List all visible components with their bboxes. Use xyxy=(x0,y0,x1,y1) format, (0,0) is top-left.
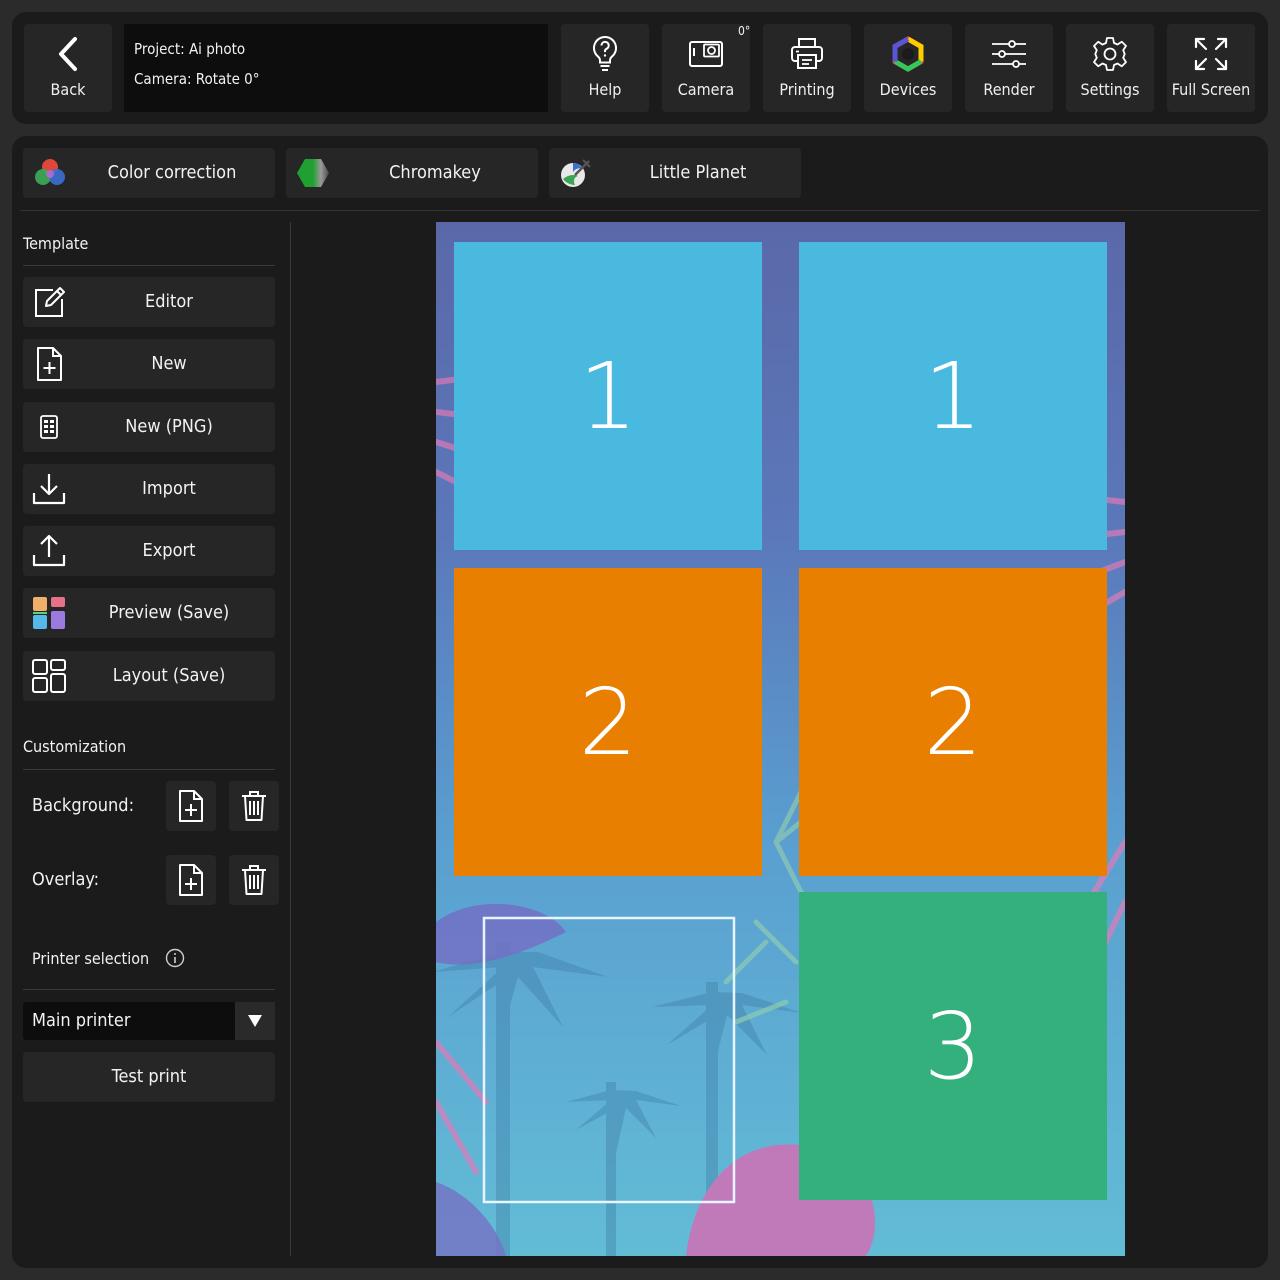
devices-label: Devices xyxy=(879,80,937,99)
info-icon[interactable] xyxy=(165,948,185,972)
project-name: Project: Ai photo xyxy=(134,40,246,58)
main-panel: Color correction Chromakey Little Planet… xyxy=(12,136,1268,1268)
new-png-label: New (PNG) xyxy=(125,416,213,437)
tab-little-planet-label: Little Planet xyxy=(649,162,747,183)
printer-selection-label: Printer selection xyxy=(32,949,150,968)
photo-slot-1b[interactable]: 1 xyxy=(799,242,1107,550)
add-overlay-button[interactable] xyxy=(166,855,216,905)
layout-save-button[interactable]: Layout (Save) xyxy=(23,651,275,701)
preview-tiles-icon xyxy=(31,595,67,631)
editor-label: Editor xyxy=(145,291,193,312)
export-label: Export xyxy=(142,540,196,561)
background-label: Background: xyxy=(32,795,135,816)
photo-slot-2a[interactable]: 2 xyxy=(454,568,762,876)
photo-slot-3[interactable]: 3 xyxy=(799,892,1107,1200)
tab-color-correction-label: Color correction xyxy=(107,162,237,183)
preview-save-label: Preview (Save) xyxy=(108,602,230,623)
import-button[interactable]: Import xyxy=(23,464,275,514)
editor-button[interactable]: Editor xyxy=(23,277,275,327)
help-label: Help xyxy=(588,80,622,99)
render-button[interactable]: Render xyxy=(965,24,1053,112)
fullscreen-button[interactable]: Full Screen xyxy=(1167,24,1255,112)
tab-chromakey[interactable]: Chromakey xyxy=(286,148,538,198)
devices-button[interactable]: Devices xyxy=(864,24,952,112)
new-button[interactable]: New xyxy=(23,339,275,389)
slot-number: 2 xyxy=(578,668,638,776)
sliders-icon xyxy=(990,34,1028,74)
photo-slot-2b[interactable]: 2 xyxy=(799,568,1107,876)
settings-label: Settings xyxy=(1080,80,1140,99)
printing-button[interactable]: Printing xyxy=(763,24,851,112)
customization-section-title: Customization xyxy=(23,737,127,756)
tab-chromakey-label: Chromakey xyxy=(389,162,481,183)
tabs-divider xyxy=(20,210,1260,211)
slot-number: 1 xyxy=(578,342,638,450)
printer-select[interactable]: Main printer xyxy=(23,1002,275,1040)
help-icon xyxy=(591,34,619,74)
chevron-left-icon xyxy=(55,34,81,74)
new-label: New xyxy=(151,353,187,374)
back-button[interactable]: Back xyxy=(24,24,112,112)
layout-save-label: Layout (Save) xyxy=(112,665,226,686)
add-file-icon xyxy=(179,864,203,896)
new-file-icon xyxy=(31,346,67,382)
test-print-button[interactable]: Test print xyxy=(23,1052,275,1102)
camera-icon xyxy=(688,34,724,74)
template-canvas[interactable]: 1 1 2 2 3 xyxy=(436,222,1125,1256)
devices-icon xyxy=(890,34,926,74)
template-section-title: Template xyxy=(23,234,89,253)
back-label: Back xyxy=(50,80,86,99)
camera-button[interactable]: Camera xyxy=(662,24,750,112)
grid-file-icon xyxy=(31,409,67,445)
tab-color-correction[interactable]: Color correction xyxy=(23,148,275,198)
settings-button[interactable]: Settings xyxy=(1066,24,1154,112)
printing-label: Printing xyxy=(779,80,835,99)
photo-slot-1a[interactable]: 1 xyxy=(454,242,762,550)
trash-icon xyxy=(242,791,266,821)
render-label: Render xyxy=(983,80,1035,99)
help-button[interactable]: Help xyxy=(561,24,649,112)
edit-icon xyxy=(31,284,67,320)
test-print-label: Test print xyxy=(111,1066,187,1087)
project-info: Project: Ai photo Camera: Rotate 0° xyxy=(124,24,548,112)
color-correction-icon xyxy=(33,157,67,193)
camera-label: Camera xyxy=(677,80,735,99)
new-png-button[interactable]: New (PNG) xyxy=(23,402,275,452)
overlay-label: Overlay: xyxy=(32,869,100,890)
template-divider xyxy=(23,265,275,266)
printer-select-value: Main printer xyxy=(32,1010,131,1031)
customization-divider xyxy=(23,769,275,770)
chromakey-icon xyxy=(296,157,330,193)
gear-icon xyxy=(1092,34,1128,74)
delete-overlay-button[interactable] xyxy=(229,855,279,905)
export-button[interactable]: Export xyxy=(23,526,275,576)
slot-number: 2 xyxy=(923,668,983,776)
sidebar-divider xyxy=(290,222,291,1256)
fullscreen-label: Full Screen xyxy=(1171,80,1251,99)
camera-angle-badge: 0° xyxy=(738,24,751,38)
top-toolbar: Back Project: Ai photo Camera: Rotate 0°… xyxy=(12,12,1268,124)
export-icon xyxy=(31,533,67,569)
camera-rotation: Camera: Rotate 0° xyxy=(134,70,260,88)
layout-icon xyxy=(31,658,67,694)
fullscreen-icon xyxy=(1193,34,1229,74)
printer-icon xyxy=(789,34,825,74)
import-icon xyxy=(31,471,67,507)
import-label: Import xyxy=(142,478,196,499)
add-background-button[interactable] xyxy=(166,781,216,831)
slot-number: 1 xyxy=(923,342,983,450)
preview-save-button[interactable]: Preview (Save) xyxy=(23,588,275,638)
add-file-icon xyxy=(179,790,203,822)
little-planet-icon xyxy=(559,157,593,193)
delete-background-button[interactable] xyxy=(229,781,279,831)
trash-icon xyxy=(242,865,266,895)
printer-divider xyxy=(23,989,275,990)
dropdown-arrow-icon xyxy=(235,1002,275,1040)
tab-little-planet[interactable]: Little Planet xyxy=(549,148,801,198)
slot-number: 3 xyxy=(923,992,983,1100)
